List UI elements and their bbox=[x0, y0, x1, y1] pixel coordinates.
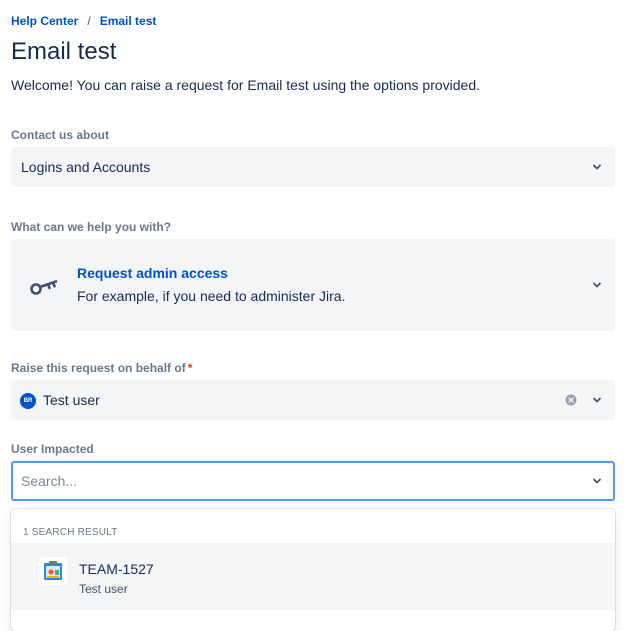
clear-icon[interactable] bbox=[565, 394, 577, 406]
required-indicator: * bbox=[187, 361, 193, 375]
behalf-value: Test user bbox=[43, 392, 100, 408]
contact-label: Contact us about bbox=[11, 128, 109, 142]
page-title: Email test bbox=[11, 38, 117, 65]
issue-icon bbox=[39, 557, 67, 585]
result-subtitle: Test user bbox=[79, 582, 128, 596]
contact-select[interactable]: Logins and Accounts bbox=[11, 147, 615, 187]
chevron-down-icon[interactable] bbox=[592, 476, 602, 486]
breadcrumb: Help Center / Email test bbox=[11, 14, 156, 28]
user-impacted-field bbox=[11, 461, 615, 501]
request-type-select[interactable]: Request admin access For example, if you… bbox=[11, 239, 615, 331]
behalf-label-text: Raise this request on behalf of bbox=[11, 361, 186, 375]
behalf-label: Raise this request on behalf of * bbox=[11, 361, 192, 375]
chevron-down-icon bbox=[593, 282, 601, 288]
chevron-down-icon bbox=[593, 164, 601, 170]
breadcrumb-email-test-link[interactable]: Email test bbox=[100, 14, 157, 28]
breadcrumb-help-center-link[interactable]: Help Center bbox=[11, 14, 78, 28]
search-results-dropdown: 1 SEARCH RESULT TEAM-1527 Test user bbox=[11, 509, 615, 631]
chevron-down-icon bbox=[593, 397, 601, 403]
request-type-description: For example, if you need to administer J… bbox=[77, 288, 346, 304]
avatar: BR bbox=[20, 393, 36, 409]
results-count-header: 1 SEARCH RESULT bbox=[23, 527, 118, 538]
search-result-item[interactable]: TEAM-1527 Test user bbox=[11, 543, 615, 610]
contact-value: Logins and Accounts bbox=[21, 159, 151, 175]
search-input[interactable] bbox=[21, 472, 561, 490]
behalf-select[interactable]: BR Test user bbox=[11, 380, 615, 420]
request-type-title: Request admin access bbox=[77, 265, 228, 281]
welcome-text: Welcome! You can raise a request for Ema… bbox=[11, 77, 481, 93]
user-impacted-label: User Impacted bbox=[11, 442, 94, 456]
result-title: TEAM-1527 bbox=[79, 561, 154, 577]
breadcrumb-separator: / bbox=[87, 14, 91, 28]
help-label: What can we help you with? bbox=[11, 220, 172, 234]
key-icon bbox=[30, 280, 58, 295]
